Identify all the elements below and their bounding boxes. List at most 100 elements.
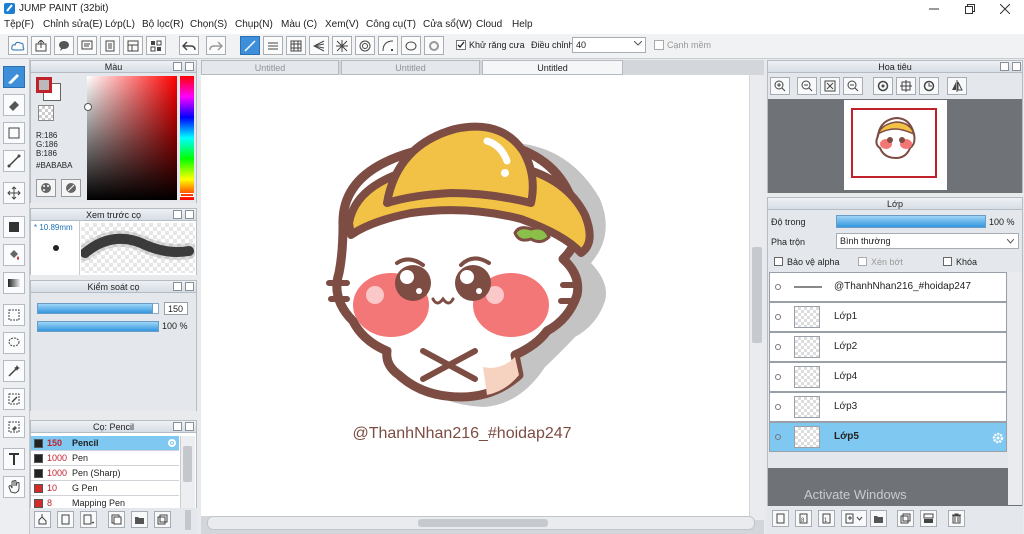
protect-alpha-checkbox[interactable] [774,257,783,266]
gradient-tool-button[interactable] [3,272,25,294]
panel-float-icon[interactable] [173,210,182,219]
fit-view-button[interactable] [820,77,840,95]
monitor-button[interactable] [77,36,97,55]
rotate-reset-button[interactable] [896,77,916,95]
snap-parallel-button[interactable] [263,36,283,55]
layer-opacity-slider[interactable] [836,215,986,228]
export-button[interactable] [31,36,51,55]
document-button[interactable] [100,36,120,55]
rectangle-select-tool-button[interactable] [3,122,25,144]
layer-row[interactable]: @ThanhNhan216_#hoidap247 [769,272,1007,302]
duplicate-layer-button[interactable] [897,510,914,527]
gear-icon[interactable] [992,432,1004,444]
panel-float-icon[interactable] [173,62,182,71]
layer-visibility-toggle[interactable] [775,284,781,290]
hand-tool-button[interactable] [3,476,25,498]
saturation-value-picker[interactable] [87,76,177,200]
snap-grid-button[interactable] [286,36,306,55]
panel-close-icon[interactable] [185,62,194,71]
copy-brush-button[interactable] [108,511,125,528]
snap-ellipse-button[interactable] [401,36,421,55]
brush-folder-button[interactable] [131,511,148,528]
panel-close-icon[interactable] [185,282,194,291]
panel-splitter[interactable] [185,510,191,530]
layer-folder-button[interactable] [870,510,887,527]
document-tab-3[interactable]: Untitled [482,60,623,75]
menu-help[interactable]: Help [512,19,533,30]
snap-off-button[interactable] [240,36,260,55]
layer-row[interactable]: Lớp5 [769,422,1007,452]
clip-checkbox[interactable] [858,257,867,266]
palette-button[interactable] [36,179,56,197]
undo-button[interactable] [179,36,199,55]
soft-edge-checkbox[interactable] [654,40,664,50]
layer-row[interactable]: Lớp2 [769,332,1007,362]
brush-item[interactable]: 10 G Pen [31,481,179,496]
rotate-right-button[interactable] [919,77,939,95]
panel-close-icon[interactable] [185,210,194,219]
new-layer-button[interactable] [772,510,789,527]
canvas-vertical-scrollbar[interactable] [750,75,764,520]
layer-visibility-toggle[interactable] [775,374,781,380]
sv-cursor[interactable] [84,103,92,111]
bucket-tool-button[interactable] [3,244,25,266]
drawing-canvas[interactable]: @ThanhNhan216_#hoidap247 [201,75,749,516]
add-brush-button[interactable] [34,511,51,528]
adjust-dropdown-icon[interactable] [634,41,642,47]
brush-list-scrollbar[interactable] [180,436,195,508]
select-eraser-tool-button[interactable] [3,416,25,438]
panel-float-icon[interactable] [173,282,182,291]
select-pen-tool-button[interactable] [3,388,25,410]
document-tab-2[interactable]: Untitled [341,60,480,75]
layer-visibility-toggle[interactable] [775,404,781,410]
redo-button[interactable] [206,36,226,55]
eraser-tool-button[interactable] [3,94,25,116]
zoom-in-alt-button[interactable] [797,77,817,95]
menu-capture[interactable]: Chụp(N) [235,19,273,30]
select-tool-button[interactable] [3,304,25,326]
menu-cloud[interactable]: Cloud [476,19,502,30]
panel-float-icon[interactable] [1000,62,1009,71]
zoom-in-button[interactable] [770,77,790,95]
new-brush-button[interactable] [57,511,74,528]
menu-window[interactable]: Cửa sổ(W) [423,19,472,30]
close-button[interactable] [988,0,1022,18]
maximize-button[interactable] [953,0,987,18]
grid-settings-button[interactable] [146,36,166,55]
snap-settings-button[interactable] [424,36,444,55]
rotate-left-button[interactable] [873,77,893,95]
document-tab-1[interactable]: Untitled [201,60,339,75]
snap-radial-button[interactable] [332,36,352,55]
brush-item[interactable]: 1000 Pen (Sharp) [31,466,179,481]
canvas-horizontal-scrollbar[interactable] [207,516,755,530]
text-tool-button[interactable] [3,448,25,470]
layer-visibility-toggle[interactable] [775,314,781,320]
antialias-checkbox[interactable] [456,40,466,50]
menu-color[interactable]: Màu (C) [281,19,317,30]
line-tool-button[interactable] [3,150,25,172]
menu-edit[interactable]: Chỉnh sửa(E) [43,19,103,30]
hue-slider-handle[interactable] [180,193,194,197]
snap-curve-button[interactable] [378,36,398,55]
page-layout-button[interactable] [123,36,143,55]
cloud-button[interactable] [8,36,28,55]
transparent-color-swatch[interactable] [38,105,54,121]
layer-row[interactable]: Lớp4 [769,362,1007,392]
navigator-preview[interactable] [844,100,947,190]
delete-layer-button[interactable] [948,510,965,527]
brush-item[interactable]: 150 Pencil [31,436,179,451]
color-picker-button[interactable] [61,179,81,197]
magic-wand-tool-button[interactable] [3,360,25,382]
brush-options-button[interactable] [80,511,97,528]
canvas-vscroll-thumb[interactable] [752,247,762,343]
add-layer-dropdown-button[interactable] [841,510,867,527]
brush-opacity-slider[interactable] [37,321,159,332]
layer-list-scrollbar[interactable] [1008,272,1022,505]
brush-list-scroll-thumb[interactable] [183,446,192,482]
comment-button[interactable] [54,36,74,55]
hue-slider[interactable] [180,76,194,200]
lock-checkbox[interactable] [943,257,952,266]
layer-row[interactable]: Lớp1 [769,302,1007,332]
pencil-tool-button[interactable] [3,66,25,88]
blend-mode-select[interactable]: Bình thường [836,233,1019,249]
